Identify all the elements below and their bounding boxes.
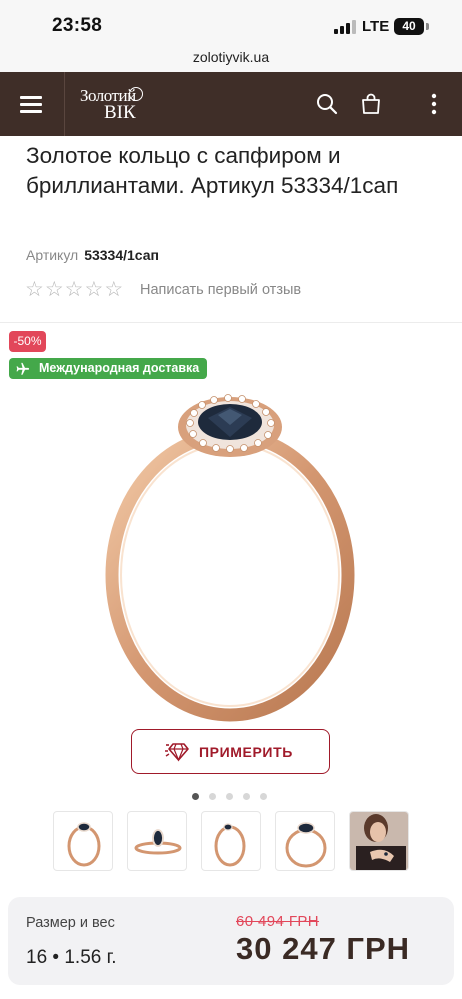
search-icon[interactable]	[315, 92, 339, 116]
try-on-label: ПРИМЕРИТЬ	[199, 744, 293, 760]
size-weight-value[interactable]: 16 • 1.56 г.	[26, 947, 117, 969]
status-bar: 23:58 LTE 40	[0, 0, 462, 48]
price-bar: Размер и вес 16 • 1.56 г. 60 494 ГРН 30 …	[8, 897, 454, 985]
airplane-icon	[16, 362, 30, 375]
star-icon[interactable]: ☆	[65, 279, 84, 301]
product-image[interactable]	[90, 385, 370, 735]
model-wearing-ring-image	[350, 812, 408, 870]
status-time: 23:58	[52, 15, 103, 36]
pagination-dot[interactable]	[260, 793, 267, 800]
url-text: zolotiyvik.ua	[192, 49, 270, 65]
star-icon[interactable]: ☆	[84, 279, 103, 301]
star-icon[interactable]: ☆	[45, 279, 64, 301]
divider	[0, 322, 462, 323]
pagination-dot[interactable]	[243, 793, 250, 800]
pagination-dot[interactable]	[209, 793, 216, 800]
signal-icon	[334, 19, 356, 34]
url-bar[interactable]: zolotiyvik.ua	[0, 48, 462, 72]
sku-value: 53334/1сап	[84, 247, 160, 263]
network-type: LTE	[362, 18, 390, 35]
pagination-dot[interactable]	[192, 793, 199, 800]
gallery-thumbnail[interactable]	[201, 811, 261, 871]
product-title: Золотое кольцо с сапфиром и бриллиантами…	[26, 143, 399, 198]
diamond-icon	[165, 743, 189, 762]
sku-label: Артикул	[26, 247, 79, 263]
menu-icon[interactable]	[20, 96, 42, 113]
gallery-thumbnail[interactable]	[349, 811, 409, 871]
ring-thumbnail-image	[285, 822, 327, 868]
current-price: 30 247 ГРН	[236, 931, 411, 966]
ring-thumbnail-image	[67, 822, 101, 867]
gallery-thumbnail[interactable]	[275, 811, 335, 871]
battery-cap	[426, 23, 429, 30]
try-on-button[interactable]: ПРИМЕРИТЬ	[131, 729, 330, 774]
gallery-thumbnail[interactable]	[53, 811, 113, 871]
star-icon[interactable]: ☆	[25, 279, 44, 301]
star-icon[interactable]: ☆	[104, 279, 123, 301]
rating-stars[interactable]: ☆ ☆ ☆ ☆ ☆	[25, 279, 123, 301]
header-divider	[64, 72, 65, 136]
more-vertical-icon[interactable]	[422, 92, 446, 116]
cart-icon[interactable]	[359, 92, 383, 116]
size-weight-label: Размер и вес	[26, 915, 115, 931]
discount-badge: -50%	[9, 331, 46, 352]
pagination-dot[interactable]	[226, 793, 233, 800]
delivery-badge-label: Международная доставка	[39, 361, 200, 375]
site-logo[interactable]: Золотий ВІК	[80, 86, 160, 123]
battery-icon: 40	[394, 18, 424, 35]
gallery-pagination	[192, 793, 267, 800]
gallery-thumbnail[interactable]	[127, 811, 187, 871]
logo-emblem-icon	[129, 87, 143, 101]
product-sku: Артикул 53334/1сап	[26, 247, 159, 263]
ring-thumbnail-image	[214, 823, 246, 867]
gallery-thumbnails	[53, 811, 409, 871]
ring-thumbnail-image	[134, 829, 182, 855]
write-review-link[interactable]: Написать первый отзыв	[140, 282, 301, 298]
delivery-badge: Международная доставка	[9, 358, 208, 379]
site-header: Золотий ВІК	[0, 72, 462, 136]
logo-text-bottom: ВІК	[104, 102, 136, 123]
old-price: 60 494 ГРН	[236, 913, 320, 930]
